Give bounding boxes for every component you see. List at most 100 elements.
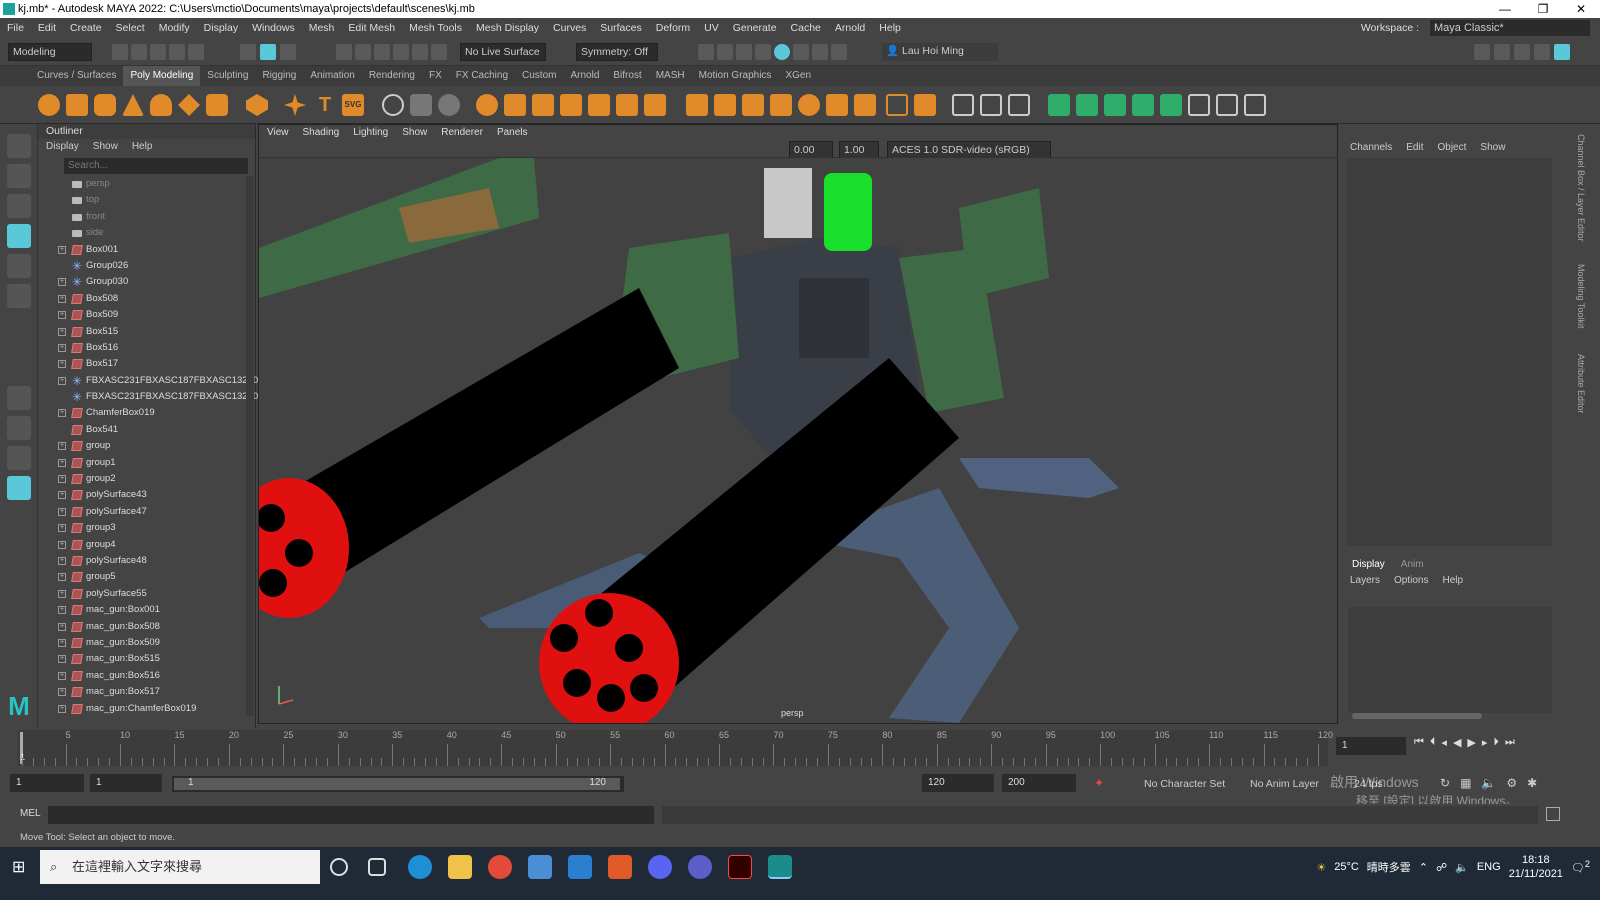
poke-icon[interactable] [886, 94, 908, 116]
outliner-item[interactable]: + mac_gun:Box516 [46, 668, 242, 684]
expand-icon[interactable]: + [58, 688, 66, 697]
task-view-icon[interactable] [368, 858, 386, 876]
outliner-item[interactable]: + ✳ FBXASC231FBXASC187FBXASC132001 [46, 373, 263, 389]
move-tool-icon[interactable] [7, 224, 31, 248]
go-to-end-icon[interactable]: ⏭ [1505, 736, 1515, 749]
range-slider-handle[interactable] [174, 778, 620, 790]
input-language[interactable]: ENG [1477, 861, 1501, 873]
outliner-menu-show[interactable]: Show [93, 139, 118, 155]
outliner-item[interactable]: + Box508 [46, 291, 242, 307]
time-ruler[interactable]: 1 5 10 15 20 25 30 35 40 45 50 55 60 65 70 75 80 85 90 95 1… [18, 730, 1333, 766]
menu-arnold[interactable]: Arnold [828, 22, 872, 34]
expand-icon[interactable]: + [58, 573, 66, 582]
select-object-icon[interactable] [260, 44, 276, 60]
mail-icon[interactable] [568, 855, 592, 879]
loop-icon[interactable]: ↻ [1440, 776, 1450, 790]
planar-map-icon[interactable] [1076, 94, 1098, 116]
menu-select[interactable]: Select [109, 22, 152, 34]
channel-box-menu-channels[interactable]: Channels [1350, 140, 1392, 156]
menu-curves[interactable]: Curves [546, 22, 593, 34]
slide-edge-icon[interactable] [914, 94, 936, 116]
snap-grid-icon[interactable] [336, 44, 352, 60]
render-frame-icon[interactable] [698, 44, 714, 60]
outliner-item[interactable]: + ✳ Group030 [46, 274, 242, 290]
outliner-item[interactable]: top [46, 192, 242, 208]
snap-view-icon[interactable] [412, 44, 428, 60]
layer-tab-display[interactable]: Display [1352, 557, 1385, 573]
sculpt-tool-icon[interactable] [382, 94, 404, 116]
expand-icon[interactable]: + [58, 556, 66, 565]
side-tab-channel-box[interactable]: Channel Box / Layer Editor [1576, 134, 1586, 242]
store-icon[interactable] [528, 855, 552, 879]
cortana-icon[interactable] [330, 858, 348, 876]
weather-description[interactable]: 晴時多雲 [1367, 859, 1411, 875]
fill-hole-icon[interactable] [798, 94, 820, 116]
outliner-menu-display[interactable]: Display [46, 139, 79, 155]
select-component-icon[interactable] [280, 44, 296, 60]
outliner-menu-help[interactable]: Help [132, 139, 153, 155]
menu-uv[interactable]: UV [697, 22, 726, 34]
menu-generate[interactable]: Generate [726, 22, 784, 34]
side-tab-modeling-toolkit[interactable]: Modeling Toolkit [1576, 264, 1586, 328]
outliner-search-input[interactable]: Search... [64, 158, 248, 174]
outliner-item[interactable]: + group4 [46, 537, 242, 553]
menu-mesh-display[interactable]: Mesh Display [469, 22, 546, 34]
side-tab-attribute-editor[interactable]: Attribute Editor [1576, 354, 1586, 414]
expand-icon[interactable]: + [58, 360, 66, 369]
sound-icon[interactable]: 🔈 [1481, 776, 1496, 790]
poly-plane-icon[interactable] [178, 94, 200, 116]
character-icon[interactable]: ✱ [1527, 776, 1537, 790]
tray-overflow-icon[interactable]: ⌃ [1419, 861, 1428, 874]
symmetry-dropdown[interactable]: Symmetry: Off [576, 43, 658, 61]
viewport-menu-view[interactable]: View [267, 125, 289, 140]
undo-icon[interactable] [169, 44, 185, 60]
shelf-tab-mash[interactable]: MASH [649, 66, 692, 86]
edge-browser-icon[interactable] [408, 855, 432, 879]
extrude-icon[interactable] [588, 94, 610, 116]
expand-icon[interactable]: + [58, 327, 66, 336]
attribute-editor-toggle-icon[interactable] [1514, 44, 1530, 60]
minimize-button[interactable]: — [1486, 0, 1524, 18]
outliner-item[interactable]: + group3 [46, 520, 242, 536]
office-icon[interactable] [608, 855, 632, 879]
gamma-field[interactable]: 1.00 [839, 141, 879, 159]
viewport-menu-lighting[interactable]: Lighting [353, 125, 388, 140]
close-button[interactable]: ✕ [1562, 0, 1600, 18]
user-account-dropdown[interactable]: 👤 Lau Hoi Ming [882, 43, 998, 61]
outliner-item[interactable]: + group5 [46, 569, 242, 585]
weather-temperature[interactable]: 25°C [1334, 861, 1359, 873]
shelf-tab-custom[interactable]: Custom [515, 66, 563, 86]
discord-icon[interactable] [648, 855, 672, 879]
illustrator-icon[interactable] [728, 855, 752, 879]
viewport-menu-panels[interactable]: Panels [497, 125, 528, 140]
menu-mesh-tools[interactable]: Mesh Tools [402, 22, 469, 34]
smooth-icon[interactable] [532, 94, 554, 116]
checker-icon[interactable] [1188, 94, 1210, 116]
svg-tool-icon[interactable]: SVG [342, 94, 364, 116]
shelf-tab-arnold[interactable]: Arnold [563, 66, 606, 86]
layer-menu-help[interactable]: Help [1442, 573, 1463, 589]
shelf-tab-rendering[interactable]: Rendering [362, 66, 422, 86]
playback-end-field[interactable]: 120 [922, 774, 994, 792]
menu-windows[interactable]: Windows [245, 22, 302, 34]
anim-layer-dropdown[interactable]: No Anim Layer [1246, 776, 1340, 794]
maximize-button[interactable]: ❐ [1524, 0, 1562, 18]
expand-icon[interactable]: + [58, 606, 66, 615]
outliner-layout-icon[interactable] [7, 476, 31, 500]
step-forward-key-icon[interactable]: ⏵ [1493, 736, 1499, 749]
separate-icon[interactable] [504, 94, 526, 116]
step-forward-frame-icon[interactable]: ▸ [1482, 736, 1488, 749]
notification-center-icon[interactable]: 🗨2 [1571, 859, 1590, 875]
viewport-menu-show[interactable]: Show [402, 125, 427, 140]
modeling-toolkit-toggle-icon[interactable] [1474, 44, 1490, 60]
menu-help[interactable]: Help [872, 22, 908, 34]
expand-icon[interactable]: + [58, 507, 66, 516]
outliner-item[interactable]: + Box517 [46, 356, 242, 372]
expand-icon[interactable]: + [58, 458, 66, 467]
paint-select-icon[interactable] [7, 194, 31, 218]
cached-playback-icon[interactable]: ▦ [1460, 776, 1471, 790]
multi-cut-icon[interactable] [686, 94, 708, 116]
outliner-item[interactable]: + Box516 [46, 340, 242, 356]
save-scene-icon[interactable] [150, 44, 166, 60]
scale-tool-icon[interactable] [7, 284, 31, 308]
